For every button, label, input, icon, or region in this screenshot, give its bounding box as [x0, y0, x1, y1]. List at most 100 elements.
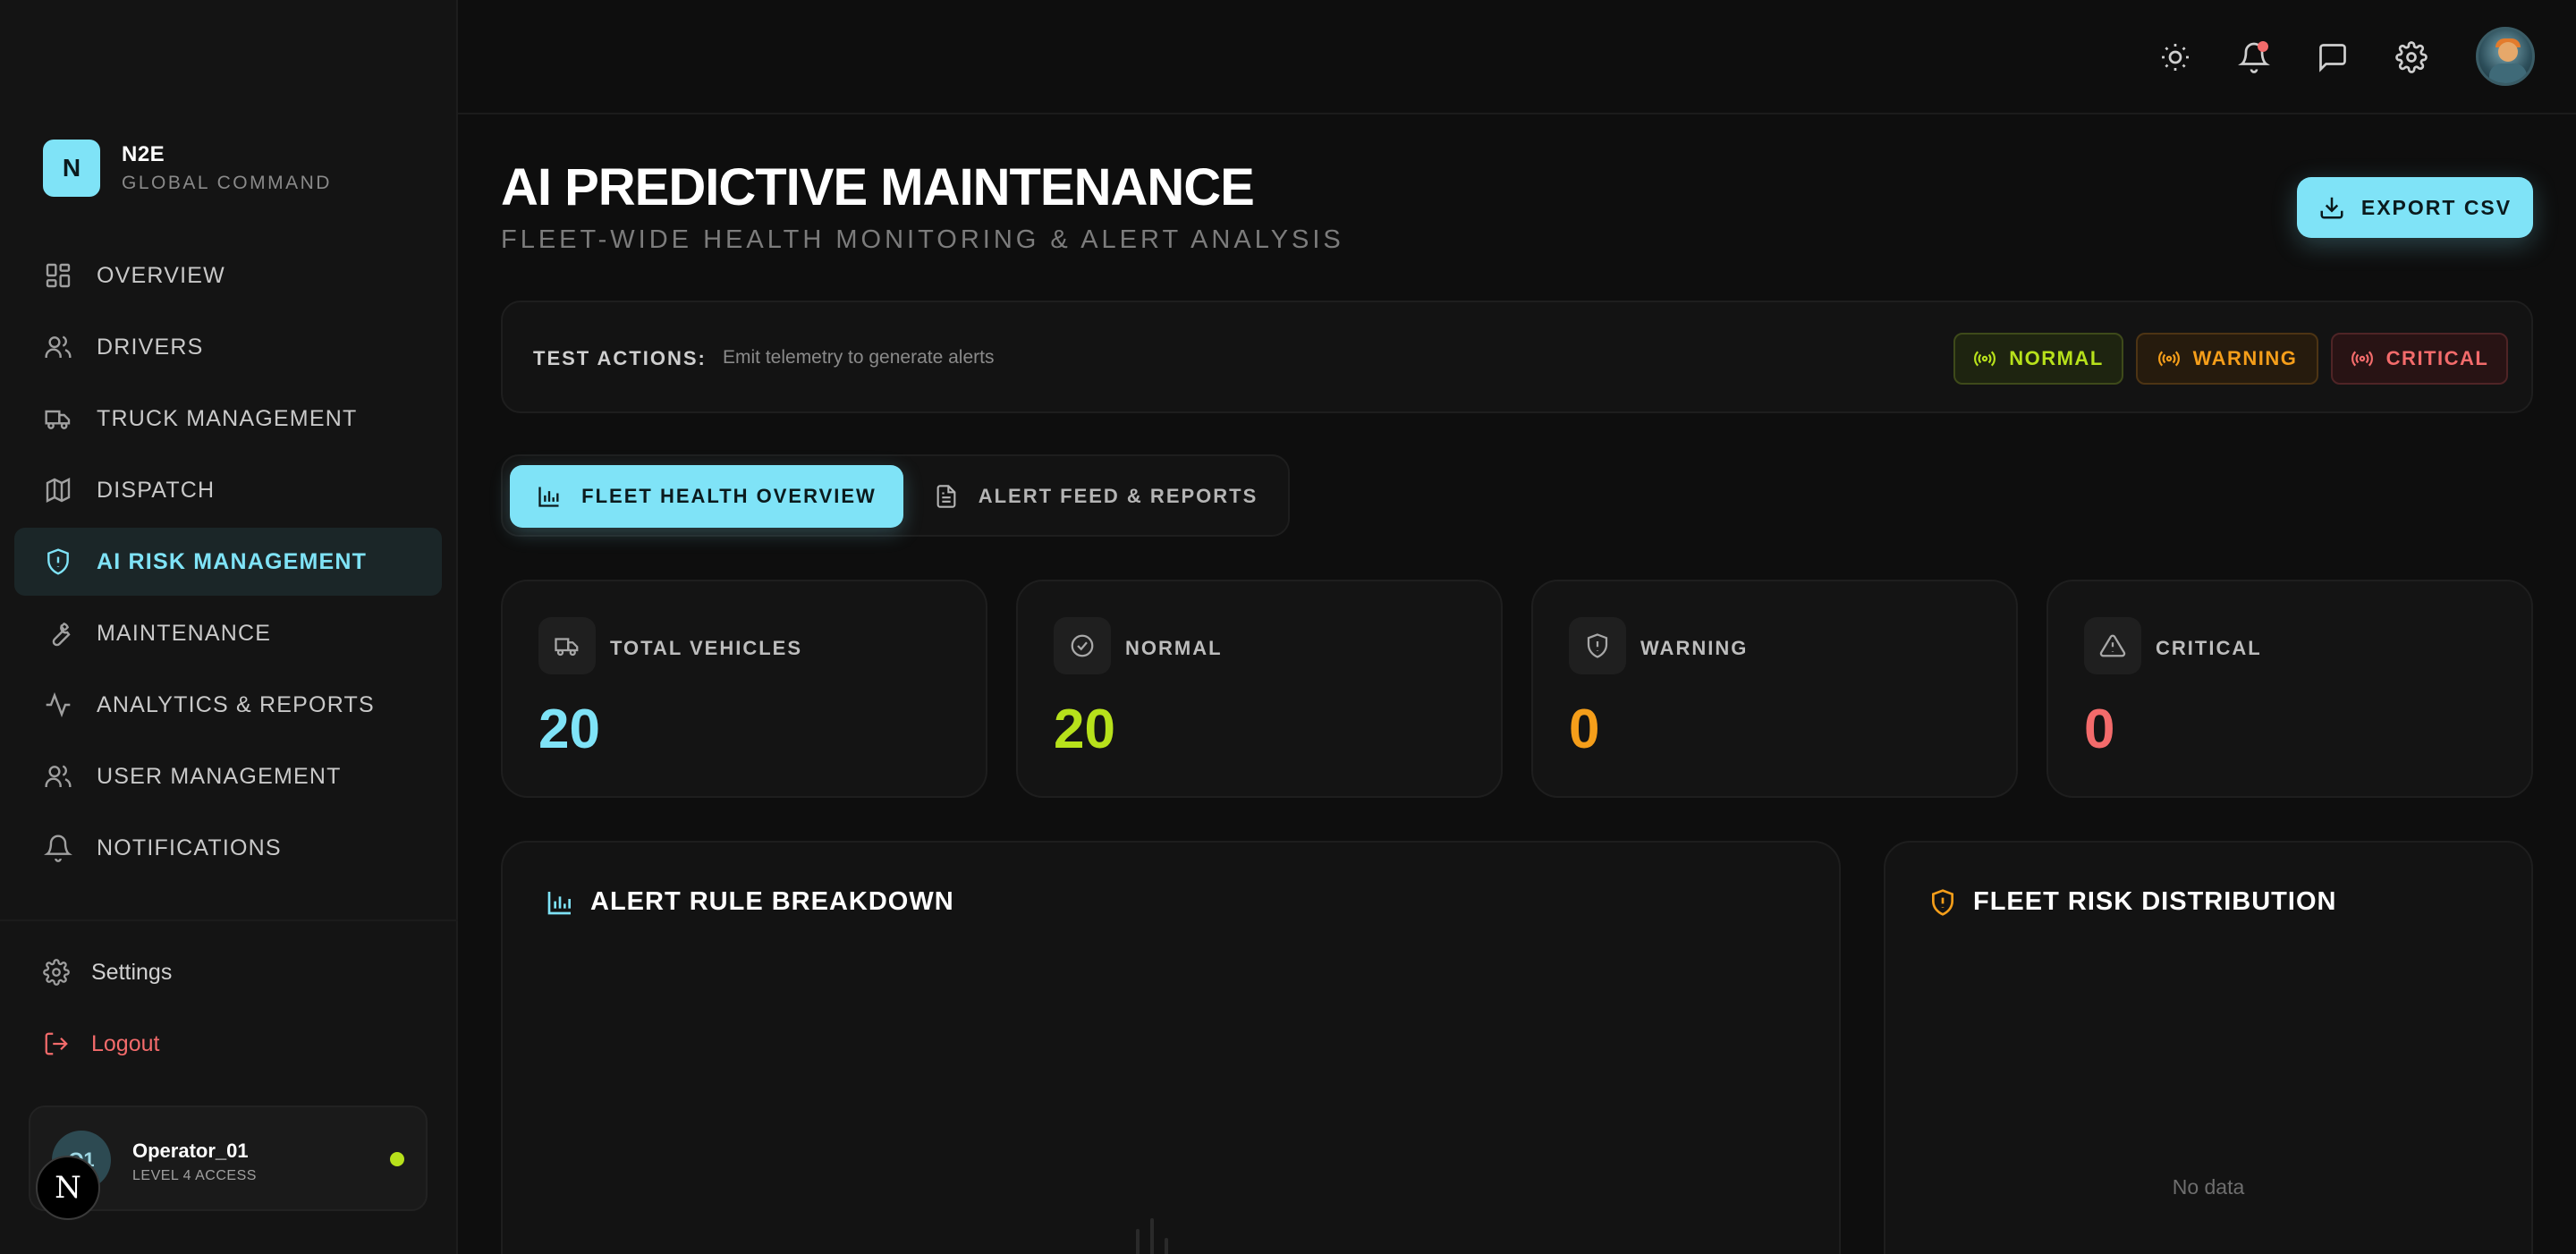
- shield-icon: [43, 547, 73, 577]
- gear-icon[interactable]: [2390, 36, 2433, 79]
- emit-warning-label: WARNING: [2192, 347, 2298, 369]
- user-access-level: LEVEL 4 ACCESS: [132, 1168, 257, 1183]
- sidebar: N N2E GLOBAL COMMAND OVERVIEW DRIVERS TR…: [0, 0, 458, 1254]
- export-csv-button[interactable]: EXPORT CSV: [2297, 177, 2533, 238]
- stat-card-warning: WARNING 0: [1531, 580, 2018, 798]
- sidebar-logout[interactable]: Logout: [43, 1030, 159, 1057]
- sidebar-item-label: USER MANAGEMENT: [97, 763, 342, 789]
- stat-card-normal: NORMAL 20: [1016, 580, 1503, 798]
- sidebar-item-maintenance[interactable]: MAINTENANCE: [14, 599, 442, 667]
- tab-label: ALERT FEED & REPORTS: [978, 485, 1258, 507]
- bell-icon[interactable]: [2233, 36, 2275, 79]
- stat-value: 0: [2084, 699, 2115, 760]
- sidebar-item-label: AI RISK MANAGEMENT: [97, 548, 368, 574]
- map-icon: [43, 475, 73, 505]
- loading-bars-icon: [1136, 1218, 1168, 1254]
- brand-logo: N: [43, 140, 100, 197]
- view-tabs: FLEET HEALTH OVERVIEW ALERT FEED & REPOR…: [501, 454, 1290, 537]
- shield-alert-icon: [1928, 888, 1957, 917]
- check-circle-icon: [1054, 617, 1111, 674]
- brand[interactable]: N N2E GLOBAL COMMAND: [43, 140, 332, 197]
- panel-title-text: ALERT RULE BREAKDOWN: [590, 887, 954, 916]
- emit-critical-button[interactable]: CRITICAL: [2331, 333, 2508, 385]
- notification-dot: [2258, 41, 2268, 52]
- stat-label: CRITICAL: [2156, 637, 2262, 659]
- download-icon: [2318, 194, 2345, 221]
- wrench-icon: [43, 618, 73, 648]
- bar-chart-icon: [546, 888, 574, 917]
- brand-name: N2E: [122, 142, 165, 166]
- document-icon: [934, 484, 959, 509]
- no-data-text: No data: [2172, 1175, 2245, 1199]
- tab-fleet-health-overview[interactable]: FLEET HEALTH OVERVIEW: [510, 465, 903, 528]
- fleet-risk-distribution-panel: FLEET RISK DISTRIBUTION No data: [1884, 841, 2533, 1254]
- message-icon[interactable]: [2311, 36, 2354, 79]
- user-name: Operator_01: [132, 1140, 249, 1162]
- sidebar-item-label: ANALYTICS & REPORTS: [97, 691, 375, 717]
- sidebar-item-label: DISPATCH: [97, 477, 216, 503]
- page-title: AI PREDICTIVE MAINTENANCE: [501, 158, 1255, 216]
- sidebar-item-user-management[interactable]: USER MANAGEMENT: [14, 742, 442, 810]
- sidebar-item-dispatch[interactable]: DISPATCH: [14, 456, 442, 524]
- gear-icon: [43, 959, 70, 986]
- alert-rule-breakdown-panel: ALERT RULE BREAKDOWN: [501, 841, 1841, 1254]
- sidebar-item-truck-management[interactable]: TRUCK MANAGEMENT: [14, 385, 442, 453]
- grid-icon: [43, 260, 73, 291]
- panel-title-text: FLEET RISK DISTRIBUTION: [1973, 887, 2337, 916]
- stat-label: WARNING: [1640, 637, 1749, 659]
- logout-icon: [43, 1030, 70, 1057]
- stat-label: NORMAL: [1125, 637, 1223, 659]
- sidebar-item-label: TRUCK MANAGEMENT: [97, 405, 358, 431]
- users-icon: [43, 332, 73, 362]
- broadcast-icon: [2351, 347, 2374, 370]
- sun-icon[interactable]: [2154, 36, 2197, 79]
- panel-title: ALERT RULE BREAKDOWN: [546, 887, 954, 917]
- bell-icon: [43, 833, 73, 863]
- shield-alert-icon: [1569, 617, 1626, 674]
- panel-title: FLEET RISK DISTRIBUTION: [1928, 887, 2336, 917]
- sidebar-nav: OVERVIEW DRIVERS TRUCK MANAGEMENT DISPAT…: [14, 241, 442, 885]
- truck-icon: [43, 403, 73, 434]
- page-subtitle: FLEET-WIDE HEALTH MONITORING & ALERT ANA…: [501, 225, 1344, 254]
- sidebar-item-label: MAINTENANCE: [97, 620, 272, 646]
- sidebar-item-analytics-reports[interactable]: ANALYTICS & REPORTS: [14, 671, 442, 739]
- topbar: [458, 0, 2576, 114]
- bar-chart-icon: [537, 484, 562, 509]
- sidebar-item-label: OVERVIEW: [97, 262, 225, 288]
- profile-avatar[interactable]: [2476, 27, 2535, 86]
- emit-normal-label: NORMAL: [2009, 347, 2104, 369]
- sidebar-item-drivers[interactable]: DRIVERS: [14, 313, 442, 381]
- truck-icon: [538, 617, 596, 674]
- stat-value: 0: [1569, 699, 1600, 760]
- sidebar-item-notifications[interactable]: NOTIFICATIONS: [14, 814, 442, 882]
- stat-value: 20: [538, 699, 600, 760]
- emit-critical-label: CRITICAL: [2385, 347, 2489, 369]
- stat-value: 20: [1054, 699, 1115, 760]
- logout-label: Logout: [91, 1030, 160, 1056]
- sidebar-item-label: DRIVERS: [97, 334, 204, 360]
- tab-label: FLEET HEALTH OVERVIEW: [581, 485, 877, 507]
- sidebar-settings[interactable]: Settings: [43, 959, 172, 986]
- stat-label: TOTAL VEHICLES: [610, 637, 803, 659]
- test-actions-label: TEST ACTIONS:: [533, 347, 707, 369]
- settings-label: Settings: [91, 959, 173, 985]
- sidebar-item-ai-risk-management[interactable]: AI RISK MANAGEMENT: [14, 528, 442, 596]
- online-status-dot: [390, 1152, 404, 1166]
- sidebar-item-label: NOTIFICATIONS: [97, 835, 282, 860]
- export-csv-label: EXPORT CSV: [2360, 195, 2512, 219]
- sidebar-item-overview[interactable]: OVERVIEW: [14, 241, 442, 309]
- test-actions-description: Emit telemetry to generate alerts: [723, 347, 995, 368]
- tab-alert-feed-reports[interactable]: ALERT FEED & REPORTS: [921, 465, 1270, 528]
- activity-icon: [43, 690, 73, 720]
- emit-normal-button[interactable]: NORMAL: [1953, 333, 2123, 385]
- alert-triangle-icon: [2084, 617, 2141, 674]
- brand-subtitle: GLOBAL COMMAND: [122, 173, 332, 193]
- emit-warning-button[interactable]: WARNING: [2136, 333, 2318, 385]
- sidebar-divider: [0, 919, 458, 921]
- stat-card-total-vehicles: TOTAL VEHICLES 20: [501, 580, 987, 798]
- test-actions-bar: TEST ACTIONS: Emit telemetry to generate…: [501, 301, 2533, 413]
- n-badge-button[interactable]: N: [36, 1156, 100, 1220]
- stat-card-critical: CRITICAL 0: [2046, 580, 2533, 798]
- users-icon: [43, 761, 73, 792]
- broadcast-icon: [1973, 347, 1996, 370]
